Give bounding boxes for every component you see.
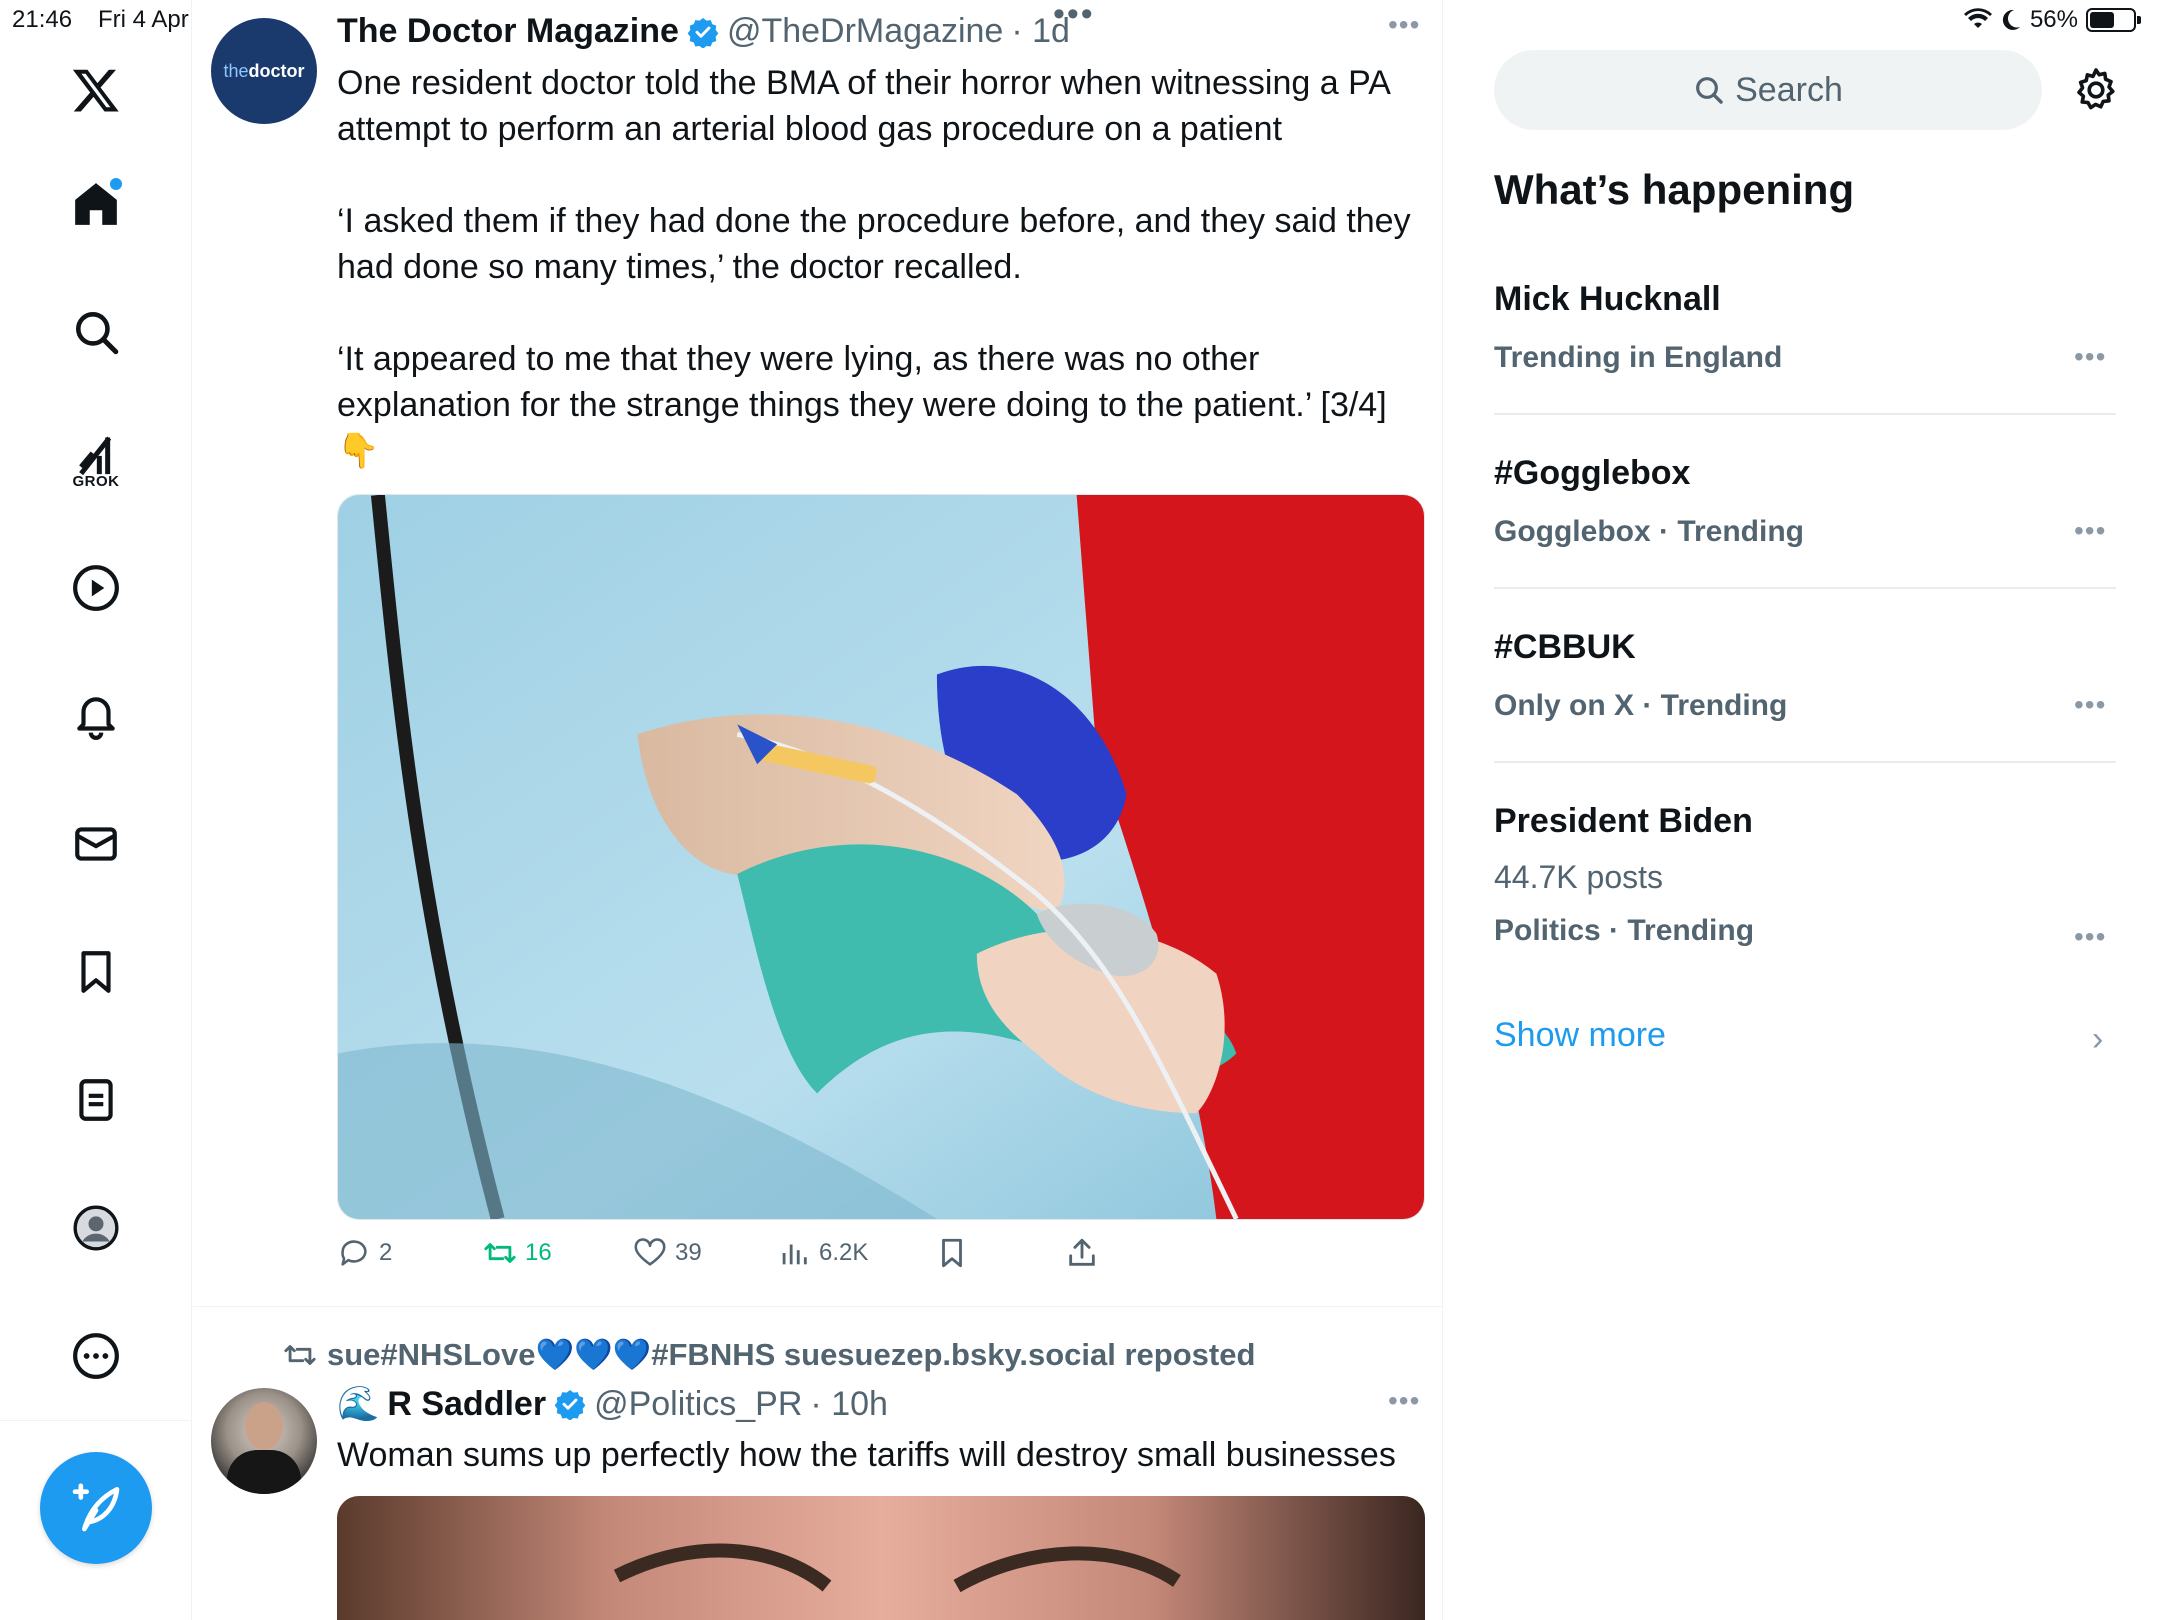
author-handle[interactable]: @TheDrMagazine xyxy=(727,12,1003,51)
grok-label: GROK xyxy=(72,472,120,490)
repost-button[interactable]: 16 xyxy=(483,1236,552,1270)
grok-icon[interactable]: GROK xyxy=(56,422,136,502)
like-count: 39 xyxy=(675,1239,702,1266)
repost-icon xyxy=(284,1344,316,1365)
left-nav: GROK xyxy=(0,0,192,1620)
notification-dot xyxy=(110,178,122,190)
whats-happening-title: What’s happening xyxy=(1494,166,1855,213)
pointing-down-emoji: 👇 xyxy=(337,432,380,470)
reply-button[interactable]: 2 xyxy=(337,1236,392,1270)
tweet-header: The Doctor Magazine @TheDrMagazine · 1d xyxy=(337,12,1070,51)
reply-icon xyxy=(341,1240,367,1266)
trend-divider xyxy=(1494,587,2116,589)
trend-name: Mick Hucknall xyxy=(1494,280,1721,318)
reply-count: 2 xyxy=(379,1239,393,1266)
bookmark-icon[interactable] xyxy=(56,932,136,1012)
video-icon[interactable] xyxy=(56,548,136,628)
tweet-actions: 2 16 39 6.2K xyxy=(337,1236,1337,1282)
share-icon xyxy=(1069,1238,1095,1266)
compose-button[interactable] xyxy=(40,1452,152,1564)
trend-divider xyxy=(1494,413,2116,415)
tweet-text: One resident doctor told the BMA of thei… xyxy=(337,60,1417,474)
tweet-text: Woman sums up perfectly how the tariffs … xyxy=(337,1436,1396,1474)
trend-more-icon[interactable]: ••• xyxy=(2074,343,2108,371)
avatar-body xyxy=(227,1450,301,1494)
heart-icon xyxy=(634,1238,666,1266)
verified-badge-icon xyxy=(554,1390,586,1420)
tweet-video[interactable] xyxy=(337,1496,1425,1620)
profile-icon[interactable] xyxy=(56,1188,136,1268)
tweet-more-icon[interactable]: ••• xyxy=(1388,1387,1422,1416)
trend-more-icon[interactable]: ••• xyxy=(2074,923,2108,951)
tweet-image[interactable] xyxy=(337,494,1425,1220)
bookmark-button[interactable] xyxy=(935,1236,969,1270)
repost-count: 16 xyxy=(525,1239,552,1266)
trend-item[interactable]: President Biden 44.7K posts Politics · T… xyxy=(1494,802,2116,951)
avatar-text-b: doctor xyxy=(248,60,305,81)
trend-meta: Trending in England xyxy=(1494,341,1783,374)
tweet-time: · 1d xyxy=(1011,12,1070,50)
x-logo-icon[interactable] xyxy=(56,50,136,130)
tweet-paragraph: ‘It appeared to me that they were lying,… xyxy=(337,336,1417,474)
trend-item[interactable]: #CBBUK Only on X · Trending ••• xyxy=(1494,628,2116,723)
avatar[interactable]: the doctor xyxy=(211,18,317,124)
analytics-icon xyxy=(782,1244,807,1265)
verified-badge-icon xyxy=(687,17,719,48)
trend-meta: Gogglebox · Trending xyxy=(1494,515,1804,548)
tweet-paragraph-text: ‘It appeared to me that they were lying,… xyxy=(337,340,1387,424)
search-input[interactable]: Search xyxy=(1494,50,2042,130)
trend-name: President Biden xyxy=(1494,802,1753,840)
like-button[interactable]: 39 xyxy=(633,1236,702,1270)
trend-divider xyxy=(1494,761,2116,763)
repost-icon xyxy=(484,1243,516,1263)
views-button[interactable]: 6.2K xyxy=(777,1236,868,1270)
video-thumbnail xyxy=(337,1496,1425,1620)
trend-meta: Only on X · Trending xyxy=(1494,689,1788,722)
avatar-text-a: the xyxy=(223,60,249,81)
author-name[interactable]: R Saddler xyxy=(387,1385,546,1424)
compose-icon xyxy=(72,1483,120,1532)
avatar-face xyxy=(245,1402,283,1450)
show-more-link[interactable]: Show more xyxy=(1494,1016,1666,1055)
trend-item[interactable]: #Gogglebox Gogglebox · Trending ••• xyxy=(1494,454,2116,549)
list-icon[interactable] xyxy=(56,1060,136,1140)
trend-posts: 44.7K posts xyxy=(1494,859,1663,895)
trend-item[interactable]: Mick Hucknall Trending in England ••• xyxy=(1494,280,2116,375)
bookmark-icon xyxy=(942,1238,962,1268)
home-icon[interactable] xyxy=(56,164,136,244)
medical-photo xyxy=(338,495,1424,1219)
wave-emoji: 🌊 xyxy=(337,1385,380,1423)
view-count: 6.2K xyxy=(819,1239,869,1266)
bell-icon[interactable] xyxy=(56,676,136,756)
mail-icon[interactable] xyxy=(56,804,136,884)
trend-more-icon[interactable]: ••• xyxy=(2074,517,2108,545)
avatar[interactable] xyxy=(211,1388,317,1494)
search-icon[interactable] xyxy=(56,292,136,372)
trend-more-icon[interactable]: ••• xyxy=(2074,691,2108,719)
chevron-right-icon: › xyxy=(2092,1020,2104,1058)
trend-name: #Gogglebox xyxy=(1494,454,1691,492)
tweet-paragraph: ‘I asked them if they had done the proce… xyxy=(337,202,1411,286)
trend-meta: Politics · Trending xyxy=(1494,914,1755,947)
search-icon xyxy=(1696,77,1723,104)
gear-icon xyxy=(2077,68,2115,110)
share-button[interactable] xyxy=(1065,1236,1099,1270)
tweet-header: 🌊 R Saddler @Politics_PR · 10h xyxy=(337,1384,888,1424)
tweet-paragraph: One resident doctor told the BMA of thei… xyxy=(337,64,1390,148)
more-icon[interactable] xyxy=(56,1316,136,1396)
right-sidebar: Search What’s happening Mick Hucknall Tr… xyxy=(1444,0,2160,1620)
tweet-more-icon[interactable]: ••• xyxy=(1388,11,1422,40)
author-name[interactable]: The Doctor Magazine xyxy=(337,12,679,51)
timeline-feed[interactable]: the doctor ••• The Doctor Magazine @TheDr… xyxy=(193,0,1443,1620)
nav-divider xyxy=(0,1420,192,1421)
author-handle[interactable]: @Politics_PR xyxy=(594,1385,802,1424)
trend-name: #CBBUK xyxy=(1494,628,1636,666)
tweet-divider xyxy=(193,1306,1442,1307)
repost-context[interactable]: sue#NHSLove💙💙💙#FBNHS suesuezep.bsky.soci… xyxy=(283,1336,1255,1373)
repost-context-text: sue#NHSLove💙💙💙#FBNHS suesuezep.bsky.soci… xyxy=(327,1337,1256,1372)
tweet-time: · 10h xyxy=(810,1384,888,1423)
search-placeholder: Search xyxy=(1735,70,1843,109)
settings-button[interactable] xyxy=(2072,66,2120,114)
